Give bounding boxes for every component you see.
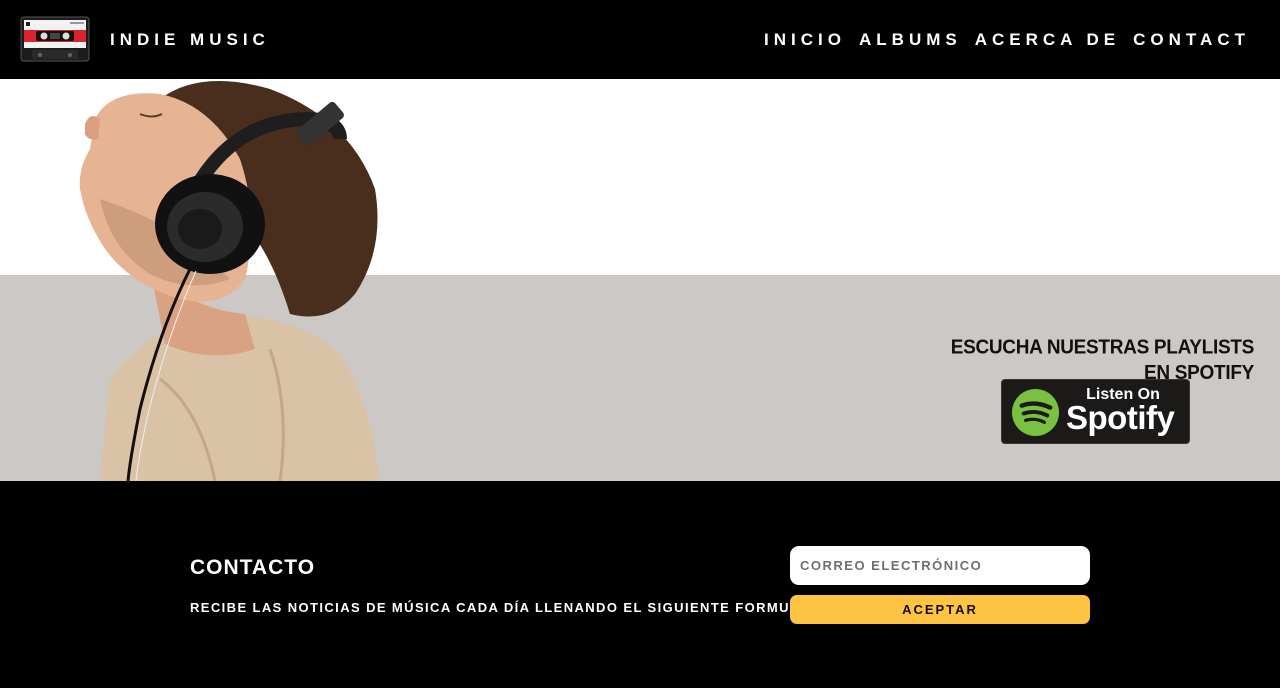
spotify-logo-icon — [1011, 388, 1060, 437]
listen-on-spotify-button[interactable]: Listen On Spotify — [1001, 379, 1190, 444]
spotify-promo: ESCUCHA NUESTRAS PLAYLISTS EN SPOTIFY Li… — [938, 337, 1254, 444]
contact-section: CONTACTO RECIBE LAS NOTICIAS DE MÚSICA C… — [0, 481, 1280, 688]
man-with-headphones-image — [79, 81, 380, 481]
accept-button[interactable]: ACEPTAR — [790, 595, 1090, 624]
nav-item-contact[interactable]: CONTACT — [1133, 30, 1250, 50]
contact-title: CONTACTO — [190, 556, 316, 579]
hero-banner: ESCUCHA NUESTRAS PLAYLISTS EN SPOTIFY Li… — [0, 79, 1280, 481]
nav-item-albums[interactable]: ALBUMS — [859, 30, 962, 50]
contact-description: RECIBE LAS NOTICIAS DE MÚSICA CADA DÍA L… — [190, 600, 844, 615]
email-field[interactable] — [790, 546, 1090, 585]
site-header: INDIE MUSIC INICIO ALBUMS ACERCA DE CONT… — [0, 0, 1280, 79]
site-brand[interactable]: INDIE MUSIC — [110, 30, 270, 50]
spotify-badge-line2: Spotify — [1066, 399, 1175, 436]
main-nav: INICIO ALBUMS ACERCA DE CONTACT — [764, 30, 1250, 50]
cassette-tape-icon[interactable] — [20, 16, 90, 62]
nav-item-inicio[interactable]: INICIO — [764, 30, 846, 50]
nav-item-acerca-de[interactable]: ACERCA DE — [975, 30, 1120, 50]
